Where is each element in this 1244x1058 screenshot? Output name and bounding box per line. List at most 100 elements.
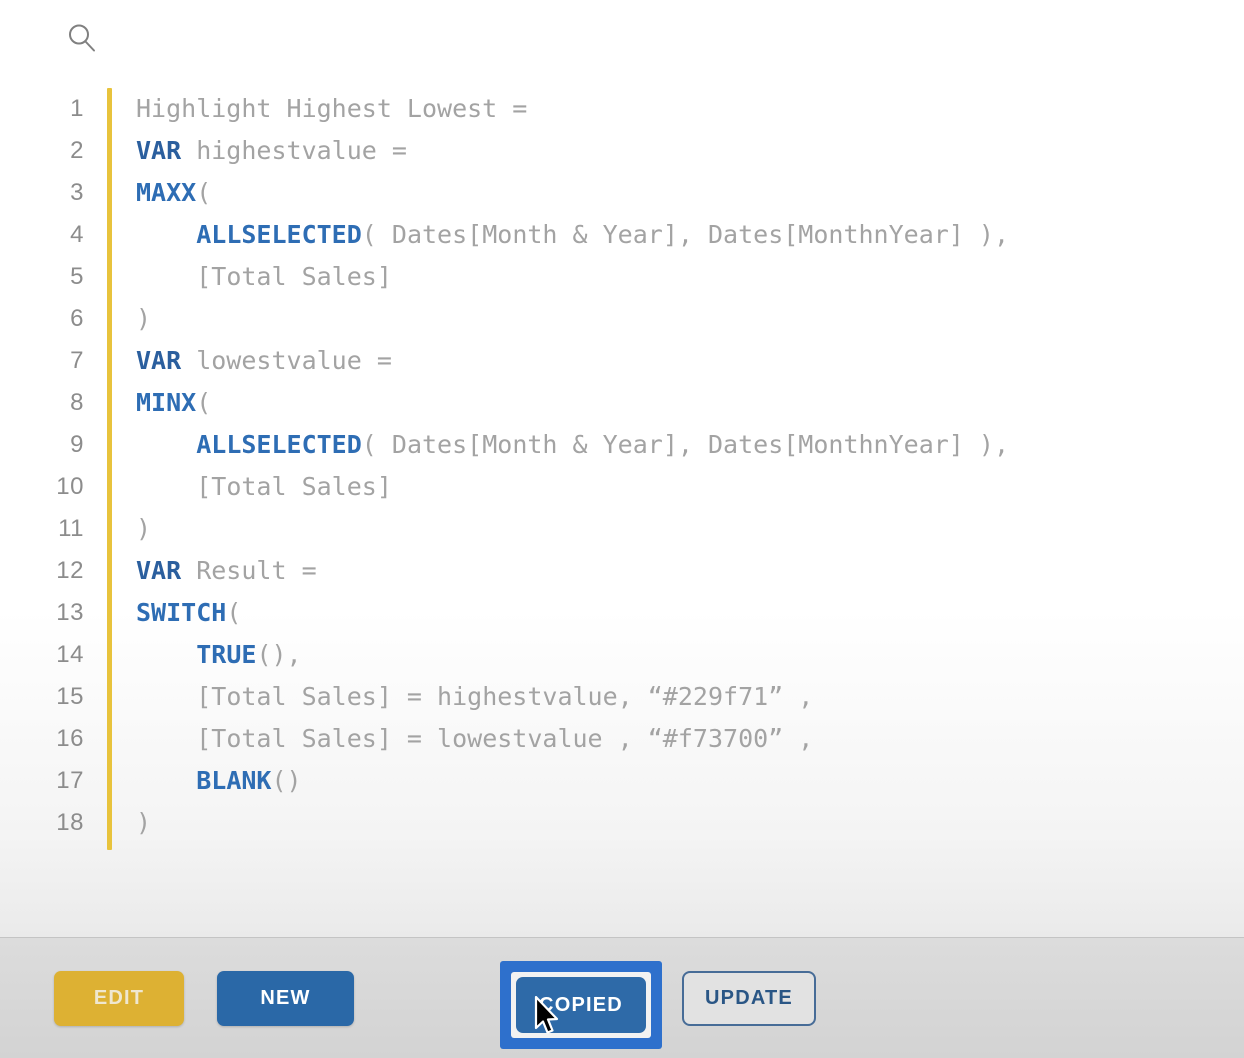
code-token-punc: () [271, 766, 302, 795]
code-token-punc: ) [136, 808, 152, 837]
code-token-punc: ( [196, 178, 212, 207]
line-number: 12 [56, 557, 84, 584]
line-number: 8 [70, 389, 84, 416]
code-line[interactable]: 2 VAR highestvalue = [0, 130, 1244, 172]
code-line-text: BLANK() [136, 760, 302, 802]
line-number: 16 [56, 725, 84, 752]
code-line[interactable]: 11) [0, 508, 1244, 550]
new-button-label: NEW [260, 987, 311, 1009]
code-line[interactable]: 9 ALLSELECTED( Dates[Month & Year], Date… [0, 424, 1244, 466]
code-line[interactable]: 3 MAXX( [0, 172, 1244, 214]
code-line[interactable]: 14 TRUE(), [0, 634, 1244, 676]
line-number: 10 [56, 473, 84, 500]
code-line[interactable]: 4 ALLSELECTED( Dates[Month & Year], Date… [0, 214, 1244, 256]
code-token-kw: VAR [136, 346, 182, 375]
copied-button-focus-gap: COPIED [511, 972, 651, 1038]
line-number: 14 [56, 641, 84, 668]
code-line-text: [Total Sales] [136, 466, 392, 508]
code-line[interactable]: 6) [0, 298, 1244, 340]
code-line-text: ) [136, 508, 151, 550]
code-token-fn: MAXX [136, 178, 197, 207]
code-token-punc: ( [226, 598, 242, 627]
code-token-punc: ( [196, 388, 212, 417]
line-number: 11 [58, 515, 84, 542]
code-token-plain: Result = [181, 556, 317, 585]
code-lines-container: 1 Highlight Highest Lowest = 2 VAR highestv… [0, 88, 1244, 844]
code-line-text: ) [136, 802, 151, 844]
code-line-text: VAR highestvalue = [136, 130, 407, 172]
line-number: 1 [70, 95, 84, 122]
code-line-text: [Total Sales] [136, 256, 392, 298]
editor-header [0, 0, 1244, 76]
search-icon[interactable] [66, 22, 98, 54]
code-token-punc: ( [361, 430, 392, 459]
line-number: 3 [70, 179, 84, 206]
edit-button[interactable]: EDIT [54, 971, 184, 1026]
code-token-punc: ) [136, 514, 152, 543]
code-token-punc: (), [256, 640, 302, 669]
code-line-text: VAR Result = [136, 550, 317, 592]
code-line[interactable]: 15 [Total Sales] = highestvalue, “#229f7… [0, 676, 1244, 718]
code-line-text: VAR lowestvalue = [136, 340, 392, 382]
copied-button-focus-ring[interactable]: COPIED [500, 961, 662, 1049]
line-number: 17 [56, 767, 84, 794]
line-number: 15 [56, 683, 84, 710]
line-number: 13 [56, 599, 84, 626]
code-token-fn: BLANK [196, 766, 272, 795]
code-token-plain: Highlight Highest Lowest = [136, 94, 528, 123]
code-line[interactable]: 13 SWITCH( [0, 592, 1244, 634]
code-token-punc: ( [361, 220, 392, 249]
code-line-text: [Total Sales] = highestvalue, “#229f71” … [136, 676, 813, 718]
line-number: 18 [56, 809, 84, 836]
line-number: 7 [70, 347, 84, 374]
update-button[interactable]: UPDATE [682, 971, 816, 1026]
code-token-plain: Dates[Month & Year], Dates[MonthnYear] )… [391, 220, 1010, 249]
code-line[interactable]: 5 [Total Sales] [0, 256, 1244, 298]
code-line[interactable]: 1 Highlight Highest Lowest = [0, 88, 1244, 130]
new-button[interactable]: NEW [217, 971, 354, 1026]
code-token-plain: lowestvalue = [181, 346, 392, 375]
code-line-text: [Total Sales] = lowestvalue , “#f73700” … [136, 718, 813, 760]
code-token-fn: TRUE [196, 640, 257, 669]
code-line-text: MAXX( [136, 172, 211, 214]
code-line-text: MINX( [136, 382, 211, 424]
line-number: 5 [70, 263, 84, 290]
code-line[interactable]: 8 MINX( [0, 382, 1244, 424]
code-token-plain: [Total Sales] [196, 472, 392, 501]
update-button-label: UPDATE [705, 987, 793, 1009]
code-line[interactable]: 18) [0, 802, 1244, 844]
code-token-fn: MINX [136, 388, 197, 417]
line-number: 2 [70, 137, 84, 164]
code-token-plain: [Total Sales] = highestvalue, “#229f71” … [196, 682, 814, 711]
code-line-text: TRUE(), [136, 634, 302, 676]
code-line-text: ) [136, 298, 151, 340]
line-number: 9 [70, 431, 84, 458]
code-token-fn: SWITCH [136, 598, 227, 627]
code-token-kw: VAR [136, 556, 182, 585]
code-line[interactable]: 16 [Total Sales] = lowestvalue , “#f7370… [0, 718, 1244, 760]
code-line[interactable]: 12 VAR Result = [0, 550, 1244, 592]
code-editor-area[interactable]: 1 Highlight Highest Lowest = 2 VAR highestv… [0, 76, 1244, 938]
code-token-fn: ALLSELECTED [196, 430, 362, 459]
copied-button[interactable]: COPIED [516, 977, 646, 1033]
code-line[interactable]: 17 BLANK() [0, 760, 1244, 802]
code-line[interactable]: 7 VAR lowestvalue = [0, 340, 1244, 382]
code-token-fn: ALLSELECTED [196, 220, 362, 249]
code-line[interactable]: 10 [Total Sales] [0, 466, 1244, 508]
edit-button-label: EDIT [93, 987, 145, 1009]
code-token-plain: [Total Sales] = lowestvalue , “#f73700” … [196, 724, 814, 753]
code-token-plain: [Total Sales] [196, 262, 392, 291]
code-token-plain: highestvalue = [181, 136, 407, 165]
code-line-text: Highlight Highest Lowest = [136, 88, 527, 130]
code-token-kw: VAR [136, 136, 182, 165]
code-token-punc: ) [136, 304, 152, 333]
copied-button-label: COPIED [539, 993, 623, 1016]
line-number: 4 [70, 221, 84, 248]
